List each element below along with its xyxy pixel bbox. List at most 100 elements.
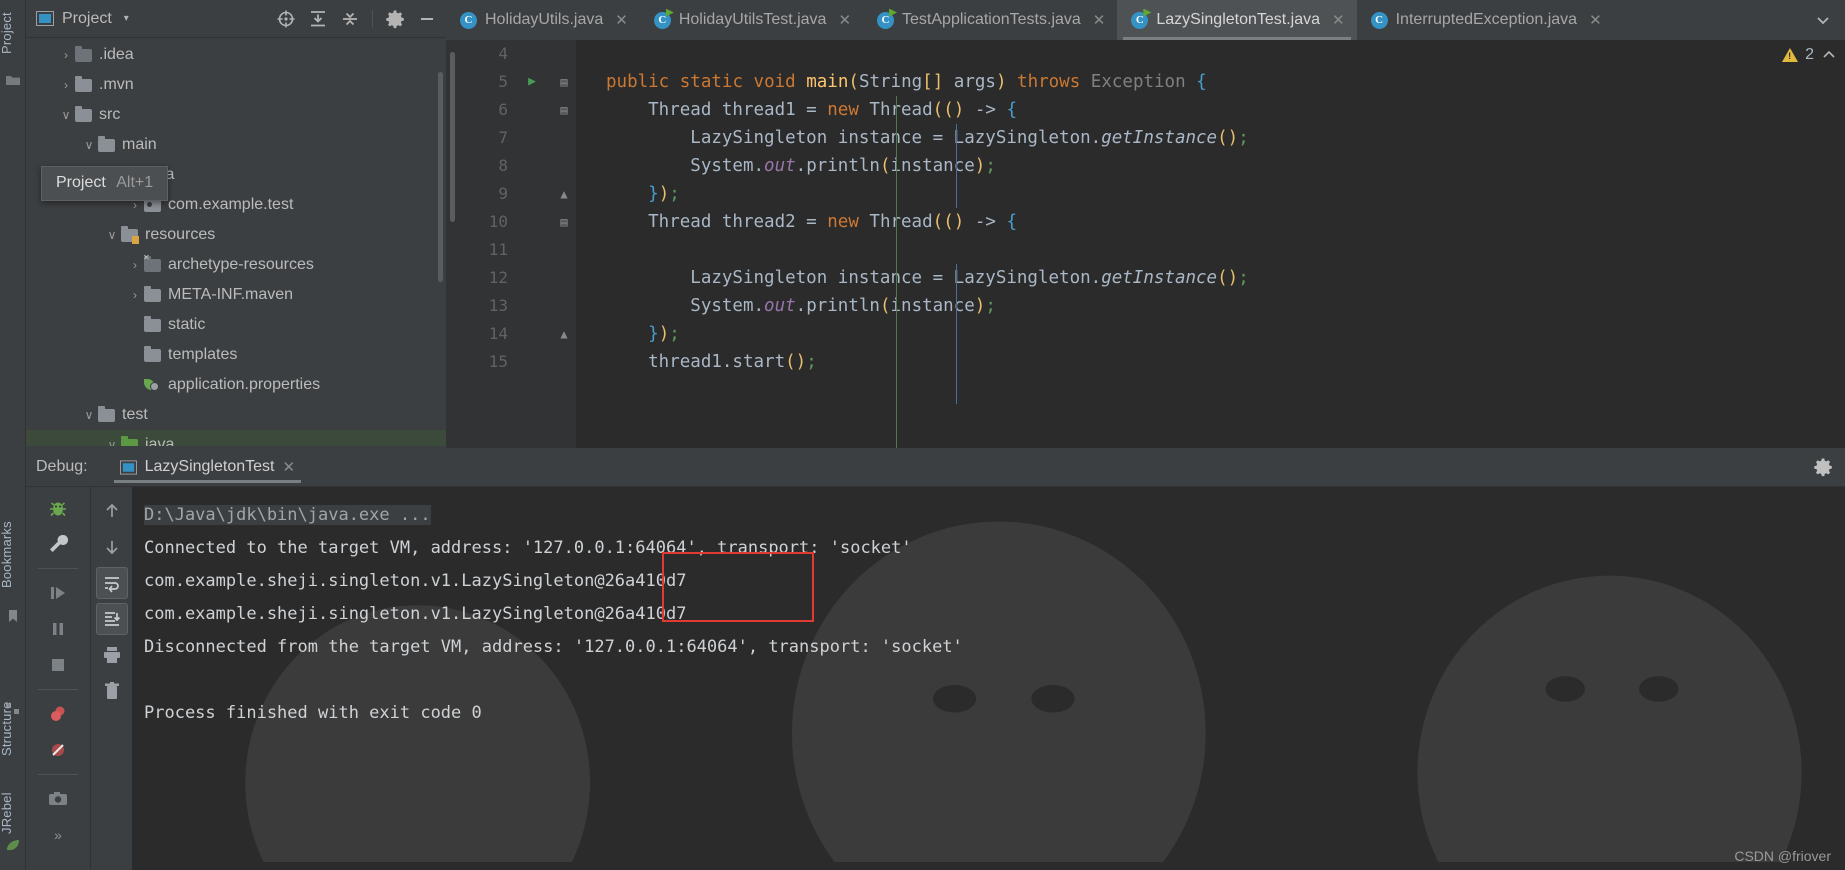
code-text: System.out.println(instance); xyxy=(606,156,996,176)
code-line[interactable]: 7 LazySingleton instance = LazySingleton… xyxy=(446,124,1845,152)
project-tree[interactable]: › .idea › .mvn ∨ src ∨ main ∨ java › com.example.te… xyxy=(26,38,446,446)
debug-bug-icon[interactable] xyxy=(41,491,75,525)
tree-item-static[interactable]: static xyxy=(26,310,446,340)
tree-item-resources[interactable]: ∨ resources xyxy=(26,220,446,250)
editor-tab-lazysingletontest-java[interactable]: C LazySingletonTest.java ✕ xyxy=(1117,0,1357,40)
console-lines: D:\Java\jdk\bin\java.exe ... Connected to… xyxy=(132,487,1845,730)
code-text: LazySingleton instance = LazySingleton.g… xyxy=(606,128,1249,148)
line-number: 6 xyxy=(498,100,508,119)
close-icon[interactable]: ✕ xyxy=(1589,11,1602,29)
chevron-down-icon[interactable]: ∨ xyxy=(103,438,121,446)
runnable-badge-icon xyxy=(889,8,898,17)
tool-button-project[interactable]: Project xyxy=(0,2,25,64)
code-line[interactable]: 10 ▤ Thread thread2 = new Thread(() -> { xyxy=(446,208,1845,236)
chevron-down-icon[interactable] xyxy=(1801,0,1845,40)
chevron-right-icon[interactable]: › xyxy=(126,288,144,302)
soft-wrap-icon[interactable] xyxy=(95,567,128,599)
mute-breakpoints-icon[interactable] xyxy=(41,733,75,767)
tool-button-project-label: Project xyxy=(0,12,14,54)
tree-item--mvn[interactable]: › .mvn xyxy=(26,70,446,100)
debug-body: » D:\Java\jdk\bin\java.exe ... Connected… xyxy=(26,487,1845,870)
tree-item-java[interactable]: ∨ java xyxy=(26,430,446,446)
camera-icon[interactable] xyxy=(41,782,75,816)
debug-session-tab[interactable]: LazySingletonTest ✕ xyxy=(110,448,305,486)
breakpoints-icon[interactable] xyxy=(41,697,75,731)
close-icon[interactable]: ✕ xyxy=(1332,11,1345,29)
tree-item-application-properties[interactable]: application.properties xyxy=(26,370,446,400)
gear-icon[interactable] xyxy=(1813,457,1833,481)
pause-icon[interactable] xyxy=(41,612,75,646)
fold-end-icon[interactable]: ▲ xyxy=(556,180,572,208)
project-tooltip-title: Project xyxy=(56,174,106,191)
editor-tab-holidayutilstest-java[interactable]: C HolidayUtilsTest.java ✕ xyxy=(639,0,864,40)
chevron-down-icon[interactable]: ∨ xyxy=(57,108,75,122)
code-lines[interactable]: 4 5 ▶ ▤ public static void main(String[] arg… xyxy=(446,40,1845,448)
code-line[interactable]: 9 ▲ }); xyxy=(446,180,1845,208)
fold-collapse-icon[interactable]: ▤ xyxy=(556,96,572,124)
locate-icon[interactable] xyxy=(273,6,299,32)
expand-all-icon[interactable] xyxy=(305,6,331,32)
tool-button-bookmarks[interactable]: Bookmarks xyxy=(0,510,25,600)
excluded-folder-icon: ✕ xyxy=(143,253,161,272)
tree-item-test[interactable]: ∨ test xyxy=(26,400,446,430)
chevron-up-icon[interactable] xyxy=(1821,47,1837,63)
stop-icon[interactable] xyxy=(41,648,75,682)
scroll-to-end-icon[interactable] xyxy=(95,603,128,635)
code-text: }); xyxy=(648,324,680,344)
java-runnable-icon: C xyxy=(653,8,674,29)
more-icon[interactable]: » xyxy=(41,818,75,852)
code-line[interactable]: 15 thread1.start(); xyxy=(446,348,1845,376)
code-text: Thread thread2 = new Thread(() -> { xyxy=(606,212,1017,232)
print-icon[interactable] xyxy=(96,639,128,671)
chevron-down-icon[interactable]: ∨ xyxy=(103,228,121,242)
tree-item-label: java xyxy=(145,436,175,447)
close-icon[interactable]: ✕ xyxy=(838,11,851,29)
code-line[interactable]: 12 LazySingleton instance = LazySingleto… xyxy=(446,264,1845,292)
fold-collapse-icon[interactable]: ▤ xyxy=(556,68,572,96)
tool-button-jrebel[interactable]: JRebel xyxy=(0,782,25,844)
scroll-down-icon[interactable] xyxy=(96,531,128,563)
tree-item-templates[interactable]: templates xyxy=(26,340,446,370)
wrench-icon[interactable] xyxy=(41,527,75,561)
code-text: Thread thread1 = new Thread(() -> { xyxy=(606,100,1017,120)
code-line[interactable]: 14 ▲ }); xyxy=(446,320,1845,348)
tree-item-label: test xyxy=(122,406,148,423)
tree-item-archetype-resources[interactable]: › ✕ archetype-resources xyxy=(26,250,446,280)
code-editor[interactable]: 2 4 5 ▶ ▤ public static void main(String[] a… xyxy=(446,40,1845,448)
tree-item-src[interactable]: ∨ src xyxy=(26,100,446,130)
close-icon[interactable]: ✕ xyxy=(1093,11,1106,29)
clear-all-icon[interactable] xyxy=(96,675,128,707)
fold-collapse-icon[interactable]: ▤ xyxy=(556,208,572,236)
tree-item-main[interactable]: ∨ main xyxy=(26,130,446,160)
code-line[interactable]: 11 xyxy=(446,236,1845,264)
code-line[interactable]: 8 System.out.println(instance); xyxy=(446,152,1845,180)
folder-icon xyxy=(144,345,161,362)
chevron-right-icon[interactable]: › xyxy=(57,48,75,62)
chevron-right-icon[interactable]: › xyxy=(126,258,144,272)
chevron-down-icon[interactable]: ∨ xyxy=(80,408,98,422)
console-output[interactable]: D:\Java\jdk\bin\java.exe ... Connected to… xyxy=(132,487,1845,870)
editor-tab-testapplicationtests-java[interactable]: C TestApplicationTests.java ✕ xyxy=(863,0,1118,40)
collapse-all-icon[interactable] xyxy=(337,6,363,32)
fold-end-icon[interactable]: ▲ xyxy=(556,320,572,348)
minimize-icon[interactable] xyxy=(414,6,440,32)
code-line[interactable]: 5 ▶ ▤ public static void main(String[] args… xyxy=(446,68,1845,96)
source-folder-icon xyxy=(121,435,138,446)
code-line[interactable]: 4 xyxy=(446,40,1845,68)
resume-icon[interactable] xyxy=(41,576,75,610)
scroll-up-icon[interactable] xyxy=(96,495,128,527)
chevron-down-icon[interactable]: ▾ xyxy=(124,13,129,24)
chevron-down-icon[interactable]: ∨ xyxy=(80,138,98,152)
editor-tab-holidayutils-java[interactable]: C HolidayUtils.java ✕ xyxy=(446,0,640,40)
inspection-widget[interactable]: 2 xyxy=(1782,46,1837,64)
close-icon[interactable]: ✕ xyxy=(615,11,628,29)
chevron-right-icon[interactable]: › xyxy=(57,78,75,92)
gear-icon[interactable] xyxy=(382,6,408,32)
editor-tab-interruptedexception-java[interactable]: C InterruptedException.java ✕ xyxy=(1356,0,1614,40)
code-line[interactable]: 6 ▤ Thread thread1 = new Thread(() -> { xyxy=(446,96,1845,124)
tree-item-meta-inf-maven[interactable]: › META-INF.maven xyxy=(26,280,446,310)
close-icon[interactable]: ✕ xyxy=(282,458,295,476)
tree-item--idea[interactable]: › .idea xyxy=(26,40,446,70)
code-line[interactable]: 13 System.out.println(instance); xyxy=(446,292,1845,320)
run-gutter-icon[interactable]: ▶ xyxy=(524,68,540,96)
